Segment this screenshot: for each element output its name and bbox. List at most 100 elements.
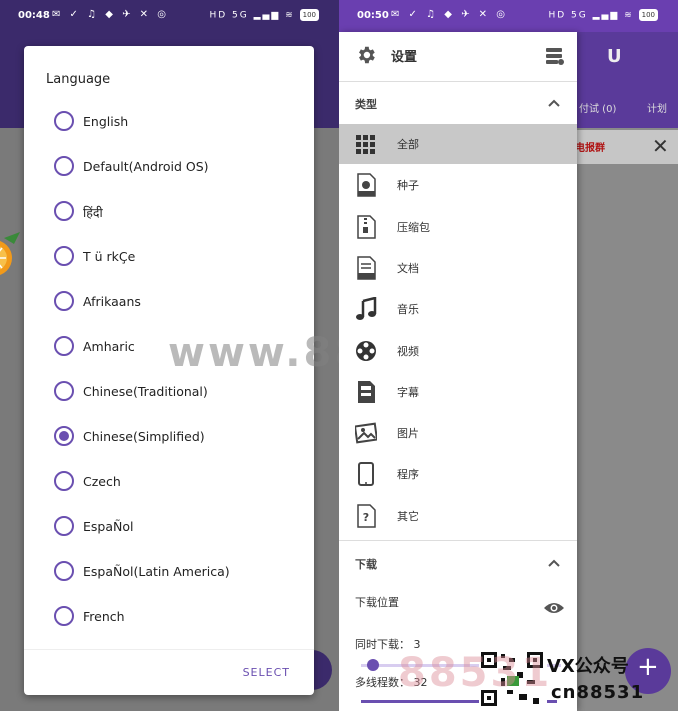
tab-behind-2[interactable]: 计划 bbox=[647, 100, 667, 115]
radio-unchecked-icon[interactable] bbox=[54, 336, 74, 356]
plus-icon: + bbox=[637, 652, 659, 682]
language-option[interactable]: English bbox=[54, 110, 304, 132]
language-option-label: Chinese(Traditional) bbox=[83, 384, 208, 399]
language-option[interactable]: Chinese(Traditional) bbox=[54, 380, 304, 402]
drawer-item[interactable]: 音乐 bbox=[339, 289, 577, 329]
drawer-item-label: 视频 bbox=[397, 344, 419, 358]
radio-unchecked-icon[interactable] bbox=[54, 111, 74, 131]
radio-unchecked-icon[interactable] bbox=[54, 471, 74, 491]
orange-fruit-icon bbox=[0, 232, 20, 275]
grid-icon bbox=[355, 132, 377, 156]
magnet-icon[interactable]: U bbox=[607, 46, 622, 67]
select-button[interactable]: SELECT bbox=[243, 666, 290, 679]
radio-unchecked-icon[interactable] bbox=[54, 516, 74, 536]
nav-drawer: 设置 类型 全部 种子 压缩包 文档 音乐 视频 字幕 图片 程序? 其它 下载 下载位置 同时下… bbox=[339, 32, 577, 711]
drawer-item[interactable]: ? 其它 bbox=[339, 496, 577, 536]
radio-unchecked-icon[interactable] bbox=[54, 381, 74, 401]
drawer-item-label: 全部 bbox=[397, 138, 419, 151]
tab-behind-1[interactable]: 付试 (0) bbox=[579, 100, 616, 115]
drawer-item[interactable]: 文档 bbox=[339, 248, 577, 288]
chevron-up-icon[interactable] bbox=[547, 556, 561, 570]
drawer-item[interactable]: 视频 bbox=[339, 331, 577, 371]
left-screen: 00:48 ✉ ✓ ♫ ◆ ✈ ✕ ◎ HD 5G ▂▄▆ ≋ 100 Lang… bbox=[0, 0, 339, 711]
eye-icon[interactable] bbox=[543, 600, 565, 616]
status-time: 00:48 bbox=[18, 10, 50, 21]
dialog-footer: SELECT bbox=[24, 649, 314, 695]
radio-unchecked-icon[interactable] bbox=[54, 291, 74, 311]
drawer-item-label: 音乐 bbox=[397, 303, 419, 317]
language-option[interactable]: T ü rkÇe bbox=[54, 245, 304, 267]
language-option[interactable]: हिंदी bbox=[54, 200, 304, 222]
drawer-item-label: 种子 bbox=[397, 179, 419, 193]
language-option[interactable]: Czech bbox=[54, 470, 304, 492]
drawer-item-label: 压缩包 bbox=[397, 220, 430, 234]
concurrent-slider-knob[interactable] bbox=[367, 659, 379, 671]
language-option-label: French bbox=[83, 609, 125, 624]
radio-unchecked-icon[interactable] bbox=[54, 561, 74, 581]
drawer-title: 设置 bbox=[391, 50, 418, 65]
download-location-label[interactable]: 下载位置 bbox=[355, 594, 399, 610]
zip-icon bbox=[355, 214, 377, 239]
language-option-label: EspaÑol bbox=[83, 519, 134, 534]
signal-icons: HD 5G ▂▄▆ ≋ 100 bbox=[209, 9, 319, 21]
radio-unchecked-icon[interactable] bbox=[54, 201, 74, 221]
battery-icon: 100 bbox=[638, 9, 658, 21]
drawer-item[interactable]: 种子 bbox=[339, 165, 577, 205]
drawer-item-label: 文档 bbox=[397, 261, 419, 275]
chevron-up-icon[interactable] bbox=[547, 96, 561, 110]
image-icon bbox=[353, 421, 379, 445]
language-option-label: English bbox=[83, 114, 129, 129]
radio-unchecked-icon[interactable] bbox=[54, 246, 74, 266]
subtitle-icon bbox=[355, 380, 377, 404]
language-option[interactable]: Default(Android OS) bbox=[54, 155, 304, 177]
qr-caption-2: cn88531 bbox=[551, 682, 645, 703]
radio-unchecked-icon[interactable] bbox=[54, 606, 74, 626]
signal-icons: HD 5G ▂▄▆ ≋ 100 bbox=[548, 9, 658, 21]
drawer-header: 设置 bbox=[339, 32, 577, 82]
language-option[interactable]: French bbox=[54, 605, 304, 627]
radio-checked-icon[interactable] bbox=[54, 426, 74, 446]
close-icon[interactable]: ✕ bbox=[652, 134, 669, 158]
server-settings-icon[interactable] bbox=[545, 46, 565, 66]
language-option-label: EspaÑol(Latin America) bbox=[83, 564, 230, 579]
language-option[interactable]: Afrikaans bbox=[54, 290, 304, 312]
language-option[interactable]: Chinese(Simplified) bbox=[54, 425, 304, 447]
status-time: 00:50 bbox=[357, 10, 389, 21]
torrent-icon bbox=[355, 173, 377, 198]
drawer-item[interactable]: 图片 bbox=[339, 413, 577, 453]
right-screen: 00:50 ✉ ✓ ♫ ◆ ✈ ✕ ◎ HD 5G ▂▄▆ ≋ 100 U 付试… bbox=[339, 0, 678, 711]
dialog-title: Language bbox=[46, 72, 111, 87]
drawer-item[interactable]: 全部 bbox=[339, 124, 577, 164]
divider bbox=[339, 540, 577, 541]
drawer-item[interactable]: 字幕 bbox=[339, 372, 577, 412]
battery-icon: 100 bbox=[299, 9, 319, 21]
film-icon bbox=[355, 339, 377, 363]
music-icon bbox=[355, 296, 377, 321]
drawer-item-label: 字幕 bbox=[397, 385, 419, 399]
phone-icon bbox=[355, 462, 377, 487]
download-section-title: 下载 bbox=[355, 558, 377, 571]
watermark-bottom: 88531 bbox=[398, 650, 553, 696]
status-bar: 00:48 ✉ ✓ ♫ ◆ ✈ ✕ ◎ HD 5G ▂▄▆ ≋ 100 bbox=[0, 0, 339, 32]
language-option-label: Afrikaans bbox=[83, 294, 141, 309]
gear-icon[interactable] bbox=[355, 44, 377, 66]
radio-unchecked-icon[interactable] bbox=[54, 156, 74, 176]
language-option-label: Amharic bbox=[83, 339, 135, 354]
drawer-item[interactable]: 压缩包 bbox=[339, 207, 577, 247]
doc-icon bbox=[355, 256, 377, 280]
language-option-label: Default(Android OS) bbox=[83, 159, 209, 174]
language-option[interactable]: EspaÑol(Latin America) bbox=[54, 560, 304, 582]
svg-text:?: ? bbox=[363, 511, 369, 524]
drawer-item[interactable]: 程序 bbox=[339, 454, 577, 494]
language-option-label: हिंदी bbox=[83, 205, 103, 220]
language-option-label: Chinese(Simplified) bbox=[83, 429, 205, 444]
banner-text[interactable]: 电报群 bbox=[575, 139, 605, 154]
drawer-item-label: 程序 bbox=[397, 468, 419, 482]
language-option[interactable]: EspaÑol bbox=[54, 515, 304, 537]
drawer-item-label: 其它 bbox=[397, 509, 419, 523]
drawer-item-label: 图片 bbox=[397, 427, 419, 441]
qr-caption: VX公众号 bbox=[547, 656, 629, 677]
question-icon: ? bbox=[355, 503, 377, 528]
watermark: www.88531.cn bbox=[168, 330, 339, 376]
status-bar: 00:50 ✉ ✓ ♫ ◆ ✈ ✕ ◎ HD 5G ▂▄▆ ≋ 100 bbox=[339, 0, 678, 32]
